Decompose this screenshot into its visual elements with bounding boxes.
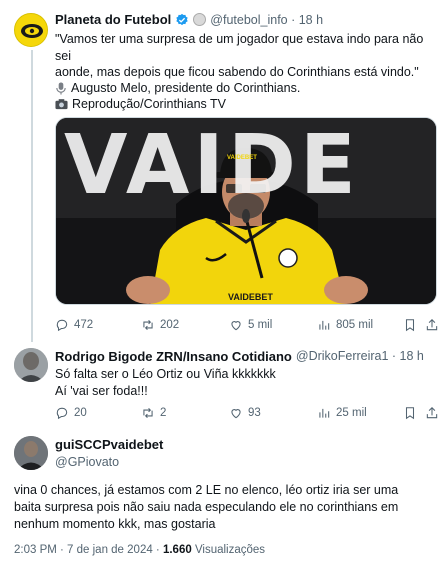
share-icon xyxy=(426,319,438,331)
verified-icon xyxy=(176,13,188,25)
tweet-text-line: aonde, mas depois que ficou sabendo do C… xyxy=(55,65,419,79)
like-count: 93 xyxy=(248,407,261,419)
views-count: 805 mil xyxy=(336,319,374,331)
share-icon xyxy=(426,407,438,419)
share-button[interactable] xyxy=(425,406,439,420)
planeta-logo-icon xyxy=(16,15,47,46)
retweet-button[interactable]: 2 xyxy=(141,406,166,420)
bookmark-icon xyxy=(405,407,415,420)
like-icon xyxy=(231,409,241,419)
reply-icon xyxy=(56,407,68,420)
avatar-gui[interactable] xyxy=(14,436,48,470)
avatar-planeta[interactable] xyxy=(14,13,48,47)
like-button[interactable]: 93 xyxy=(229,406,261,420)
camera-icon xyxy=(55,99,68,110)
tweet-text-line: nenhum momento kkk, mas gostaria xyxy=(14,517,216,531)
tweet-timestamp[interactable]: 2:03 PM · 7 de jan de 2024 · xyxy=(14,544,163,556)
tweet-rodrigo[interactable]: Rodrigo Bigode ZRN/Insano Cotidiano @Dri… xyxy=(0,340,443,430)
tweet-media-image[interactable]: VAIDE VAIDEBET VAIDEBET xyxy=(55,117,437,305)
views-label: Visualizações xyxy=(191,544,266,556)
retweet-count: 2 xyxy=(160,407,167,419)
tweet2-actions: 20 2 93 25 mil xyxy=(55,404,439,422)
reply-icon xyxy=(56,319,68,332)
views-button[interactable]: 25 mil xyxy=(317,406,367,420)
avatar-photo-icon xyxy=(14,348,48,382)
tweet-text-line: "Vamos ter uma surpresa de um jogador qu… xyxy=(55,32,424,63)
tweet-text-line: baita surpresa pois não saiu nada especu… xyxy=(14,500,399,514)
reply-count: 472 xyxy=(74,319,94,331)
mic-icon xyxy=(56,82,66,95)
tweet-text-line: vina 0 chances, já estamos com 2 LE no e… xyxy=(14,483,399,497)
media-background-lettering: VAIDE xyxy=(64,118,360,213)
author-handle[interactable]: @GPiovato xyxy=(55,455,163,469)
credit-president: Augusto Melo, presidente do Corinthians. xyxy=(71,81,301,95)
thread-line xyxy=(31,50,33,342)
reply-button[interactable]: 20 xyxy=(55,406,87,420)
views-total: 1.660 xyxy=(162,544,192,556)
tweet1-actions: 472 202 5 mil 805 mil xyxy=(55,316,439,334)
retweet-icon xyxy=(143,407,153,419)
like-button[interactable]: 5 mil xyxy=(229,318,272,332)
share-button[interactable] xyxy=(425,318,439,332)
bookmark-button[interactable] xyxy=(403,318,417,332)
tweet-gui[interactable]: guiSCCPvaidebet @GPiovato vina 0 chances… xyxy=(0,430,443,565)
like-count: 5 mil xyxy=(248,319,273,331)
views-count: 25 mil xyxy=(336,407,367,419)
credit-photo: Reprodução/Corinthians TV xyxy=(72,97,227,111)
bookmark-button[interactable] xyxy=(403,406,417,420)
author-name[interactable]: Rodrigo Bigode ZRN/Insano Cotidiano xyxy=(55,349,292,364)
views-icon xyxy=(319,320,330,330)
handle-time[interactable]: @DrikoFerreira1 · 18 h xyxy=(296,349,424,364)
shirt-lettering: VAIDEBET xyxy=(228,292,273,302)
views-icon xyxy=(319,408,330,418)
views-button[interactable]: 805 mil xyxy=(317,318,373,332)
retweet-button[interactable]: 202 xyxy=(141,318,179,332)
cap-lettering: VAIDEBET xyxy=(227,155,257,161)
author-name[interactable]: Planeta do Futebol xyxy=(55,12,171,27)
handle-time[interactable]: @futebol_info · 18 h xyxy=(210,13,323,27)
reply-count: 20 xyxy=(74,407,87,419)
tweet-text-line: Aí 'vai ser foda!!! xyxy=(55,383,148,398)
author-name[interactable]: guiSCCPvaidebet xyxy=(55,437,163,452)
tweet-planeta[interactable]: Planeta do Futebol @futebol_info · 18 h … xyxy=(0,0,443,342)
avatar-photo-icon xyxy=(14,436,48,470)
reply-button[interactable]: 472 xyxy=(55,318,93,332)
retweet-icon xyxy=(143,319,153,331)
avatar-rodrigo[interactable] xyxy=(14,348,48,382)
like-icon xyxy=(231,321,241,331)
retweet-count: 202 xyxy=(160,319,180,331)
affiliate-badge-icon xyxy=(193,13,207,26)
tweet-text-line: Só falta ser o Léo Ortiz ou Viña kkkkkkk xyxy=(55,367,276,381)
bookmark-icon xyxy=(405,319,415,332)
